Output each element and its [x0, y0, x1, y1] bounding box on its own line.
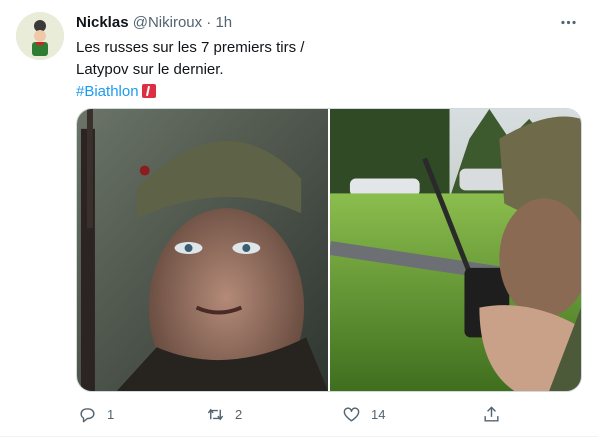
photo-soldier-radio	[329, 109, 581, 391]
tweet-text: Les russes sur les 7 premiers tirs / Lat…	[76, 37, 506, 103]
tweet-hashtag-line: #Biathlon	[76, 81, 506, 103]
reply-count: 1	[107, 406, 115, 422]
tweet-text-line-1: Les russes sur les 7 premiers tirs /	[76, 39, 305, 56]
tweet-text-line-2: Latypov sur le dernier.	[76, 61, 224, 78]
photo-soldier-portrait	[77, 109, 328, 391]
tweet-media[interactable]	[76, 108, 582, 392]
tweet-actions: 1 2 14	[70, 398, 510, 430]
share-icon	[484, 405, 499, 422]
like-icon	[343, 406, 360, 422]
author-name[interactable]: Nicklas	[76, 14, 129, 31]
media-photo-2[interactable]	[329, 109, 581, 391]
author-handle[interactable]: @Nikiroux	[133, 14, 202, 31]
reply-icon	[80, 407, 95, 422]
more-options-button[interactable]	[556, 10, 580, 34]
reply-button[interactable]: 1	[78, 398, 114, 430]
hashtag-link[interactable]: #Biathlon	[76, 83, 139, 100]
retweet-count: 2	[235, 406, 243, 422]
tweet-header: Nicklas @Nikiroux · 1h	[76, 13, 582, 33]
avatar[interactable]	[16, 12, 64, 60]
retweet-icon	[207, 408, 224, 420]
separator-dot: ·	[206, 14, 212, 31]
tweet-time[interactable]: 1h	[215, 14, 232, 31]
share-button[interactable]	[482, 398, 501, 430]
like-count: 14	[371, 406, 386, 422]
media-photo-1[interactable]	[77, 109, 328, 391]
more-icon	[560, 20, 576, 24]
biathlon-flag-emoji	[141, 84, 156, 98]
like-button[interactable]: 14	[342, 398, 385, 430]
avatar-image	[16, 12, 64, 60]
tweet-card[interactable]: Nicklas @Nikiroux · 1h Les russes sur le…	[0, 0, 598, 437]
retweet-button[interactable]: 2	[206, 398, 242, 430]
